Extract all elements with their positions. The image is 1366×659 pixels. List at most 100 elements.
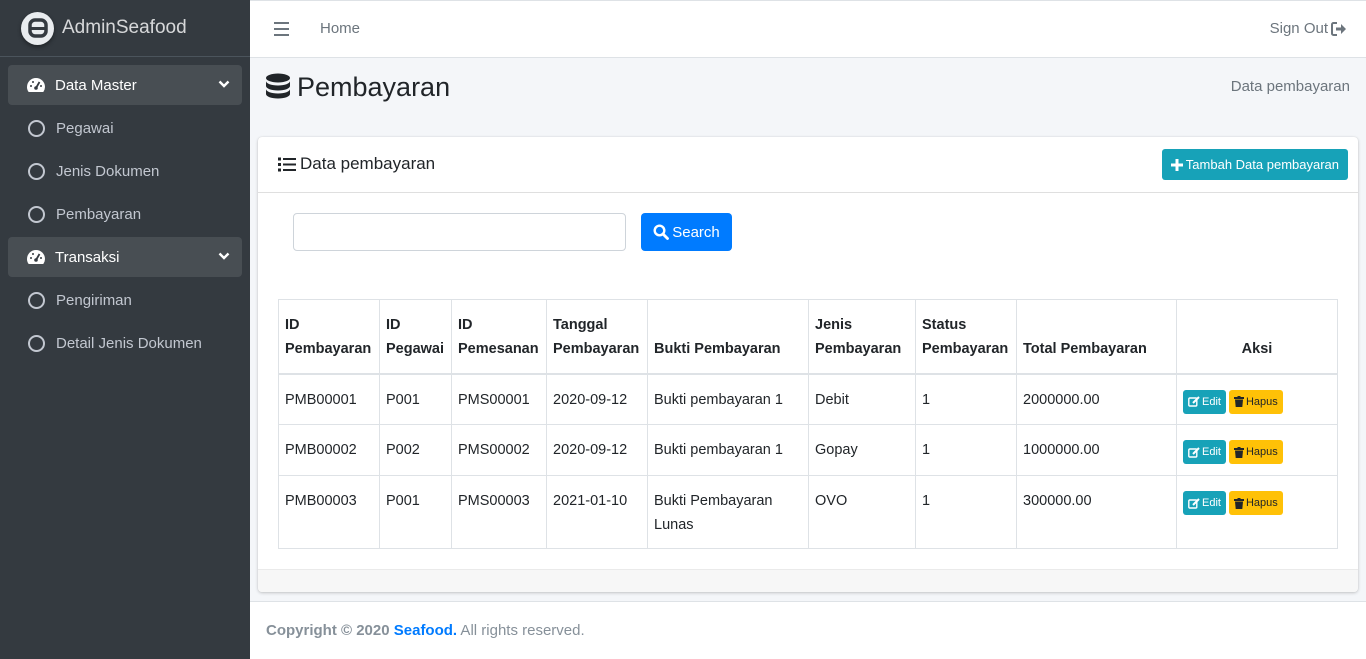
table-cell: OVO [808, 475, 916, 549]
table-row: PMB00003 P001 PMS00003 2021-01-10 Bukti … [278, 475, 1338, 549]
action-cell: Edit Hapus [1176, 424, 1338, 476]
column-header: Aksi [1176, 299, 1338, 375]
sidebar-group-label: Data Master [55, 76, 137, 94]
list-icon [278, 157, 296, 171]
table-cell: Bukti Pembayaran Lunas [647, 475, 809, 549]
dashboard-icon [27, 250, 45, 264]
card-title: Data pembayaran [278, 154, 435, 174]
table-row: PMB00001 P001 PMS00001 2020-09-12 Bukti … [278, 373, 1338, 425]
copyright-prefix: Copyright © 2020 [266, 622, 394, 639]
search-icon [653, 224, 670, 240]
delete-button-label: Hapus [1245, 446, 1278, 458]
column-header: Tanggal Pembayaran [546, 299, 648, 375]
delete-button-label: Hapus [1245, 497, 1278, 509]
copyright-text: Copyright © 2020 Seafood. All rights res… [266, 622, 585, 639]
card-title-text: Data pembayaran [300, 154, 436, 173]
trash-icon [1233, 446, 1244, 458]
delete-button[interactable]: Hapus [1228, 440, 1283, 464]
delete-button-label: Hapus [1245, 395, 1278, 408]
brand-logo-icon [21, 11, 54, 45]
table-cell: 2020-09-12 [546, 373, 648, 425]
circle-icon [28, 291, 45, 309]
column-header: Jenis Pembayaran [808, 299, 916, 375]
card-header: Data pembayaran Tambah Data pembayaran [258, 137, 1358, 193]
add-button[interactable]: Tambah Data pembayaran [1161, 149, 1348, 180]
column-header: Bukti Pembayaran [647, 299, 809, 375]
search-button-label: Search [672, 223, 720, 241]
action-cell: Edit Hapus [1176, 475, 1338, 549]
footer-brand-link[interactable]: Seafood. [394, 622, 457, 639]
sign-out-link[interactable]: Sign Out [1270, 20, 1347, 37]
edit-button-label: Edit [1202, 446, 1221, 458]
search-input[interactable] [293, 213, 626, 251]
edit-button[interactable]: Edit [1183, 440, 1226, 464]
search-button[interactable]: Search [641, 213, 732, 251]
sidebar-item-pembayaran[interactable]: Pembayaran [8, 194, 242, 234]
home-link[interactable]: Home [320, 20, 360, 37]
sidebar-item-pegawai[interactable]: Pegawai [8, 108, 242, 148]
edit-button[interactable]: Edit [1183, 389, 1226, 414]
table-cell: Gopay [808, 424, 916, 476]
table-cell: 2000000.00 [1016, 373, 1177, 425]
sidebar-item-label: Jenis Dokumen [56, 162, 160, 180]
page-footer: Copyright © 2020 Seafood. All rights res… [250, 601, 1366, 659]
sidebar-group-label: Transaksi [55, 248, 120, 266]
edit-icon [1188, 497, 1200, 509]
circle-icon [28, 205, 45, 223]
table-cell: 1 [915, 373, 1017, 425]
table-cell: PMB00001 [278, 373, 380, 425]
sign-out-icon [1331, 21, 1346, 36]
table-cell: Bukti pembayaran 1 [647, 424, 809, 476]
column-header: ID Pemesanan [451, 299, 547, 375]
edit-button[interactable]: Edit [1183, 491, 1226, 515]
table-cell: PMB00003 [278, 475, 380, 549]
delete-button[interactable]: Hapus [1228, 389, 1283, 414]
plus-icon [1170, 158, 1183, 171]
dashboard-icon [27, 78, 45, 92]
sidebar-group-transaksi[interactable]: Transaksi [8, 237, 242, 277]
column-header: Total Pembayaran [1016, 299, 1177, 375]
column-header: ID Pembayaran [278, 299, 380, 375]
top-navbar: Home Sign Out [250, 0, 1366, 58]
sidebar: AdminSeafood Data Master Pegawai Jenis D… [0, 0, 250, 659]
trash-icon [1233, 396, 1244, 407]
table-cell: 2020-09-12 [546, 424, 648, 476]
sidebar-group-data-master[interactable]: Data Master [8, 65, 242, 105]
sidebar-item-label: Pengiriman [56, 291, 132, 309]
table-cell: 300000.00 [1016, 475, 1177, 549]
database-icon [266, 73, 290, 98]
sidebar-item-pengiriman[interactable]: Pengiriman [8, 280, 242, 320]
table-cell: 2021-01-10 [546, 475, 648, 549]
sign-out-label: Sign Out [1269, 20, 1328, 37]
table-cell: 1 [915, 424, 1017, 476]
menu-toggle-icon[interactable] [274, 22, 289, 40]
copyright-suffix: All rights reserved. [457, 622, 585, 639]
brand-link[interactable]: AdminSeafood [0, 0, 250, 57]
table-cell: PMB00002 [278, 424, 380, 476]
column-header: ID Pegawai [379, 299, 452, 375]
table-cell: PMS00001 [451, 373, 547, 425]
sidebar-item-detail-jenis-dokumen[interactable]: Detail Jenis Dokumen [8, 323, 242, 363]
circle-icon [28, 162, 45, 180]
table-cell: 1000000.00 [1016, 424, 1177, 476]
sidebar-item-jenis-dokumen[interactable]: Jenis Dokumen [8, 151, 242, 191]
delete-button[interactable]: Hapus [1228, 491, 1283, 515]
table-cell: PMS00003 [451, 475, 547, 549]
table-cell: 1 [915, 475, 1017, 549]
brand-name: AdminSeafood [62, 17, 187, 38]
chevron-down-icon [218, 80, 230, 88]
sidebar-item-label: Detail Jenis Dokumen [56, 334, 202, 352]
edit-button-label: Edit [1202, 497, 1221, 509]
edit-button-label: Edit [1202, 395, 1221, 408]
data-card: Data pembayaran Tambah Data pembayaran S… [258, 137, 1358, 592]
card-footer [258, 569, 1358, 592]
trash-icon [1233, 497, 1244, 509]
add-button-label: Tambah Data pembayaran [1185, 157, 1339, 172]
table-cell: Bukti pembayaran 1 [647, 373, 809, 425]
circle-icon [28, 334, 45, 352]
table-cell: Debit [808, 373, 916, 425]
circle-icon [28, 119, 45, 137]
table-row: PMB00002 P002 PMS00002 2020-09-12 Bukti … [278, 424, 1338, 476]
breadcrumb: Data pembayaran [1230, 78, 1350, 95]
chevron-down-icon [218, 252, 230, 260]
